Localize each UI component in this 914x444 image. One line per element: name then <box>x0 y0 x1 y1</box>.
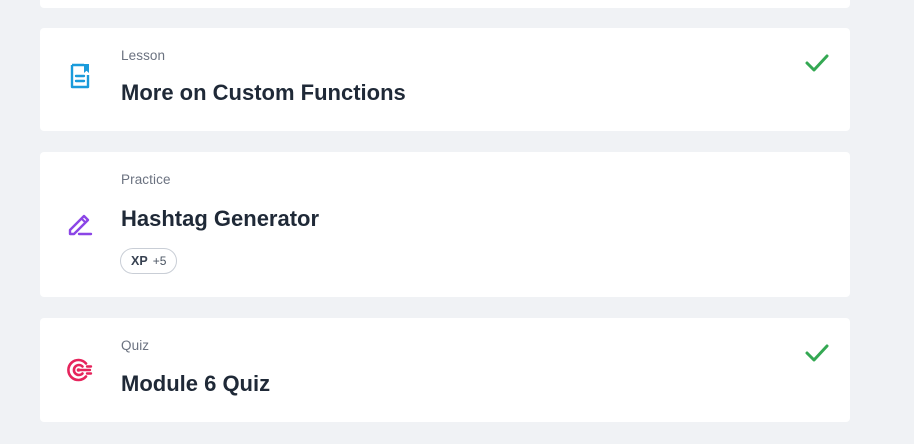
quiz-item-card[interactable]: Quiz Module 6 Quiz <box>40 318 850 422</box>
practice-item-card[interactable]: Practice Hashtag Generator XP +5 <box>40 152 850 297</box>
xp-value: +5 <box>152 254 167 268</box>
item-type-label: Quiz <box>121 338 150 353</box>
item-title: Module 6 Quiz <box>121 371 271 396</box>
previous-item-card[interactable] <box>40 0 850 8</box>
lesson-document-icon <box>64 60 96 92</box>
quiz-target-icon <box>64 354 96 386</box>
xp-label: XP <box>131 254 148 268</box>
xp-reward-badge: XP +5 <box>120 248 178 274</box>
completed-check-icon <box>804 50 830 76</box>
completed-check-icon <box>804 340 830 366</box>
item-type-label: Practice <box>121 172 171 187</box>
module-content-list: Lesson More on Custom Functions Practice… <box>0 0 914 444</box>
practice-pencil-icon <box>64 207 96 239</box>
item-type-label: Lesson <box>121 48 166 63</box>
lesson-item-card[interactable]: Lesson More on Custom Functions <box>40 28 850 131</box>
item-title: Hashtag Generator <box>121 206 320 231</box>
item-title: More on Custom Functions <box>121 80 406 105</box>
